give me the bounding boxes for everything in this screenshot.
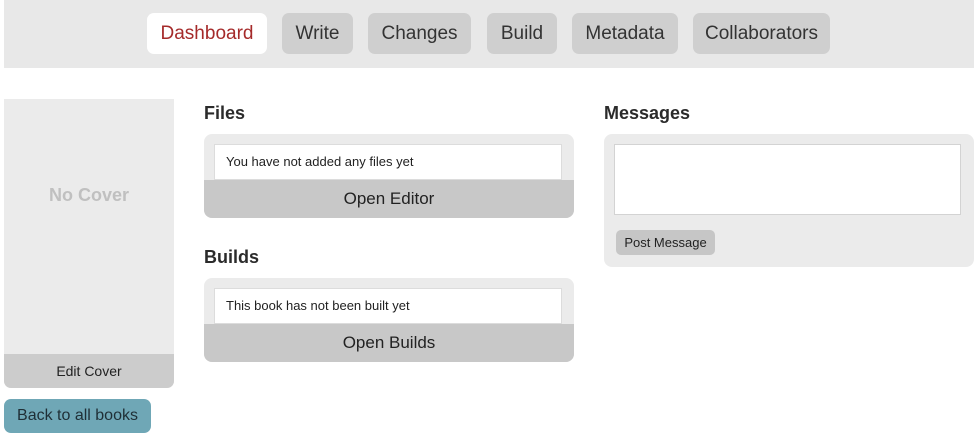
book-cover: No Cover Edit Cover <box>4 99 174 388</box>
edit-cover-button[interactable]: Edit Cover <box>4 354 174 388</box>
message-input[interactable] <box>614 144 961 215</box>
builds-empty-text: This book has not been built yet <box>214 288 562 324</box>
open-editor-button[interactable]: Open Editor <box>204 180 574 218</box>
files-empty-text: You have not added any files yet <box>214 144 562 180</box>
post-message-button[interactable]: Post Message <box>616 230 715 255</box>
files-panel: You have not added any files yet Open Ed… <box>204 134 574 218</box>
back-to-books-button[interactable]: Back to all books <box>4 399 151 433</box>
builds-title: Builds <box>204 247 260 267</box>
top-nav-bar: Dashboard Write Changes Build Metadata C… <box>4 0 974 68</box>
tab-changes[interactable]: Changes <box>368 13 471 54</box>
tab-dashboard[interactable]: Dashboard <box>147 13 267 54</box>
messages-panel: Post Message <box>604 134 974 267</box>
open-builds-button[interactable]: Open Builds <box>204 324 574 362</box>
tab-write[interactable]: Write <box>282 13 353 54</box>
files-title: Files <box>204 103 246 123</box>
no-cover-placeholder: No Cover <box>48 185 129 205</box>
tab-metadata[interactable]: Metadata <box>572 13 678 54</box>
messages-title: Messages <box>604 103 691 123</box>
builds-panel: This book has not been built yet Open Bu… <box>204 278 574 362</box>
tab-collaborators[interactable]: Collaborators <box>693 13 830 54</box>
tab-build[interactable]: Build <box>487 13 557 54</box>
